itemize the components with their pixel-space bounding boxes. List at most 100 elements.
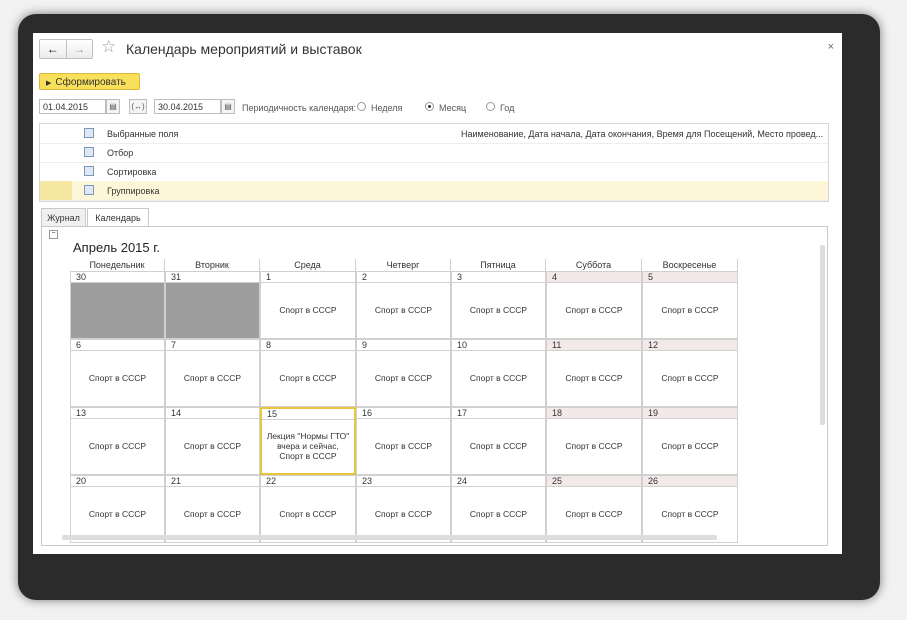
event-text: Спорт в СССР [469,373,528,383]
vertical-scrollbar[interactable] [820,245,825,425]
play-icon: ▶ [46,80,52,87]
day-cell[interactable]: 10 Спорт в СССР [451,339,546,407]
calendar-week: 20 Спорт в СССР 21 Спорт в СССР 22 Спорт в СС… [70,475,738,543]
title-bar: ← → ☆ Календарь мероприятий и выставок × [33,33,842,69]
event-text: Спорт в СССР [88,509,147,519]
calendar-week: 13 Спорт в СССР 14 Спорт в СССР 15 Лекция "Но… [70,407,738,475]
collapse-icon[interactable]: − [49,230,58,239]
close-icon[interactable]: × [828,41,834,53]
settings-name: Сортировка [107,167,157,177]
start-date-field[interactable]: 01.04.2015 [39,99,106,114]
event-text: Спорт в СССР [661,373,719,383]
settings-row-grouping[interactable]: Группировка [40,181,828,201]
horizontal-scrollbar[interactable] [62,535,717,540]
day-cell[interactable]: 16 Спорт в СССР [356,407,451,475]
day-cell[interactable]: 4 Спорт в СССР [546,271,642,339]
filter-icon [84,147,94,157]
day-cell[interactable]: 5 Спорт в СССР [642,271,738,339]
tab-journal[interactable]: Журнал [41,208,86,226]
settings-row-sort[interactable]: Сортировка [40,162,828,182]
event-text: Спорт в СССР [183,373,242,383]
event-text: Спорт в СССР [279,373,337,383]
settings-value: Наименование, Дата начала, Дата окончани… [461,129,824,139]
day-cell[interactable]: 11 Спорт в СССР [546,339,642,407]
report-window: ← → ☆ Календарь мероприятий и выставок ×… [33,33,842,554]
event-text: Спорт в СССР [565,441,623,451]
day-cell[interactable]: 18 Спорт в СССР [546,407,642,475]
radio-week[interactable] [357,102,366,111]
event-text: Спорт в СССР [469,305,528,315]
event-text: Спорт в СССР [279,509,337,519]
event-text: Спорт в СССР [88,373,147,383]
sort-icon [84,166,94,176]
selection-marker [40,181,72,200]
event-text: Спорт в СССР [469,441,528,451]
event-text: Спорт в СССР [565,305,623,315]
event-text: Спорт в СССР [661,441,719,451]
day-cell[interactable]: 26 Спорт в СССР [642,475,738,543]
day-cell[interactable]: 15 Лекция "Нормы ГТО" вчера и сейчас, Спо… [260,407,356,475]
day-cell[interactable]: 25 Спорт в СССР [546,475,642,543]
day-cell[interactable]: 30 [70,271,165,339]
day-cell[interactable]: 31 [165,271,260,339]
event-text: Спорт в СССР [661,509,719,519]
event-text: Спорт в СССР [279,305,337,315]
back-arrow-icon[interactable]: ← [40,40,66,58]
event-text: Спорт в СССР [183,509,242,519]
day-cell[interactable]: 8 Спорт в СССР [260,339,356,407]
day-number: 30 [71,272,164,283]
day-cell[interactable]: 14 Спорт в СССР [165,407,260,475]
day-cell[interactable]: 1 Спорт в СССР [260,271,356,339]
end-date-field[interactable]: 30.04.2015 [154,99,221,114]
event-text: Спорт в СССР [374,373,433,383]
day-cell[interactable]: 19 Спорт в СССР [642,407,738,475]
day-cell[interactable]: 20 Спорт в СССР [70,475,165,543]
day-cell[interactable]: 13 Спорт в СССР [70,407,165,475]
event-text: Спорт в СССР [565,509,623,519]
day-cell[interactable]: 21 Спорт в СССР [165,475,260,543]
calendar-icon[interactable]: ▤ [221,99,235,114]
event-text: Спорт в СССР [469,509,528,519]
settings-row-fields[interactable]: Выбранные поля Наименование, Дата начала… [40,124,828,144]
radio-month-label: Месяц [439,103,467,113]
radio-year[interactable] [486,102,495,111]
day-cell[interactable]: 24 Спорт в СССР [451,475,546,543]
link-period-button[interactable]: (↔) [129,99,147,114]
forward-arrow-icon[interactable]: → [65,40,93,58]
calendar-icon[interactable]: ▤ [106,99,120,114]
periodicity-label: Периодичность календаря: [242,103,356,113]
page-title: Календарь мероприятий и выставок [126,41,362,57]
settings-list: Выбранные поля Наименование, Дата начала… [39,123,829,202]
calendar-week: 6 Спорт в СССР 7 Спорт в СССР 8 Спорт в СССР 9… [70,339,738,407]
day-cell[interactable]: 7 Спорт в СССР [165,339,260,407]
radio-month[interactable] [425,102,434,111]
generate-button[interactable]: ▶ Сформировать [39,73,140,90]
event-text: Спорт в СССР [183,441,242,451]
day-cell[interactable]: 22 Спорт в СССР [260,475,356,543]
calendar-week: 30 31 1 Спорт в СССР 2 Спорт в СССР 3 Спорт в С… [70,271,738,339]
event-text: Спорт в СССР [374,441,433,451]
day-cell[interactable]: 23 Спорт в СССР [356,475,451,543]
day-number: 31 [166,272,259,283]
day-cell[interactable]: 17 Спорт в СССР [451,407,546,475]
calendar-panel: − Апрель 2015 г. Понедельник Вторник Среда… [41,226,828,546]
day-cell[interactable]: 3 Спорт в СССР [451,271,546,339]
grouping-icon [84,185,94,195]
settings-name: Выбранные поля [107,129,179,139]
event-text: Спорт в СССР [565,373,623,383]
tab-calendar[interactable]: Календарь [87,208,149,227]
day-cell[interactable]: 6 Спорт в СССР [70,339,165,407]
settings-name: Отбор [107,148,134,158]
settings-row-filter[interactable]: Отбор [40,143,828,163]
day-cell[interactable]: 12 Спорт в СССР [642,339,738,407]
day-cell[interactable]: 2 Спорт в СССР [356,271,451,339]
event-text: Спорт в СССР [374,509,433,519]
nav-buttons: ← → [39,39,93,59]
event-text: Спорт в СССР [374,305,433,315]
day-cell[interactable]: 9 Спорт в СССР [356,339,451,407]
event-text: Спорт в СССР [661,305,719,315]
radio-week-label: Неделя [371,103,403,113]
settings-name: Группировка [107,186,160,196]
star-icon[interactable]: ☆ [101,37,116,57]
generate-label: Сформировать [55,77,126,88]
